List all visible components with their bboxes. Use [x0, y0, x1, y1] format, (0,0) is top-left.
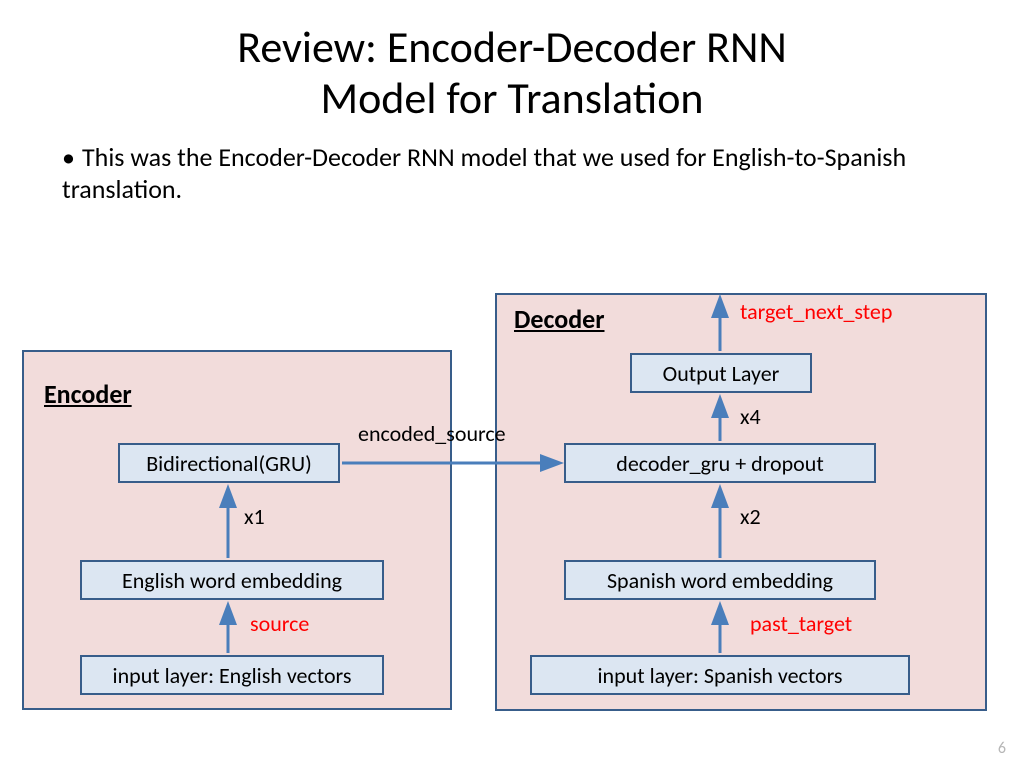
bullet-dot-icon: •	[62, 141, 82, 173]
bullet-text: •This was the Encoder-Decoder RNN model …	[0, 123, 1024, 205]
title-line-2: Model for Translation	[320, 71, 703, 125]
decoder-arrow-x4: x4	[740, 403, 761, 430]
decoder-arrow-x2: x2	[740, 503, 761, 530]
slide: Review: Encoder-Decoder RNN Model for Tr…	[0, 0, 1024, 768]
page-number: 6	[998, 739, 1006, 758]
title-line-1: Review: Encoder-Decoder RNN	[237, 20, 787, 74]
decoder-arrow-past-target: past_target	[750, 610, 852, 637]
middle-arrow-label: encoded_source	[358, 420, 506, 447]
encoder-arrow-source: source	[250, 610, 309, 637]
decoder-box-gru: decoder_gru + dropout	[564, 443, 876, 483]
encoder-arrow-x1: x1	[244, 503, 265, 530]
encoder-box-bidirectional: Bidirectional(GRU)	[118, 443, 340, 483]
decoder-box-embedding: Spanish word embedding	[564, 560, 876, 600]
encoder-box-embedding: English word embedding	[80, 560, 384, 600]
slide-title: Review: Encoder-Decoder RNN Model for Tr…	[0, 0, 1024, 123]
decoder-arrow-target-next: target_next_step	[740, 298, 892, 325]
decoder-box-output: Output Layer	[630, 353, 812, 393]
encoder-label: Encoder	[44, 378, 132, 410]
encoder-box-input: input layer: English vectors	[80, 655, 384, 695]
decoder-box-input: input layer: Spanish vectors	[530, 655, 910, 695]
bullet-content: This was the Encoder-Decoder RNN model t…	[62, 141, 906, 205]
decoder-label: Decoder	[514, 303, 605, 335]
